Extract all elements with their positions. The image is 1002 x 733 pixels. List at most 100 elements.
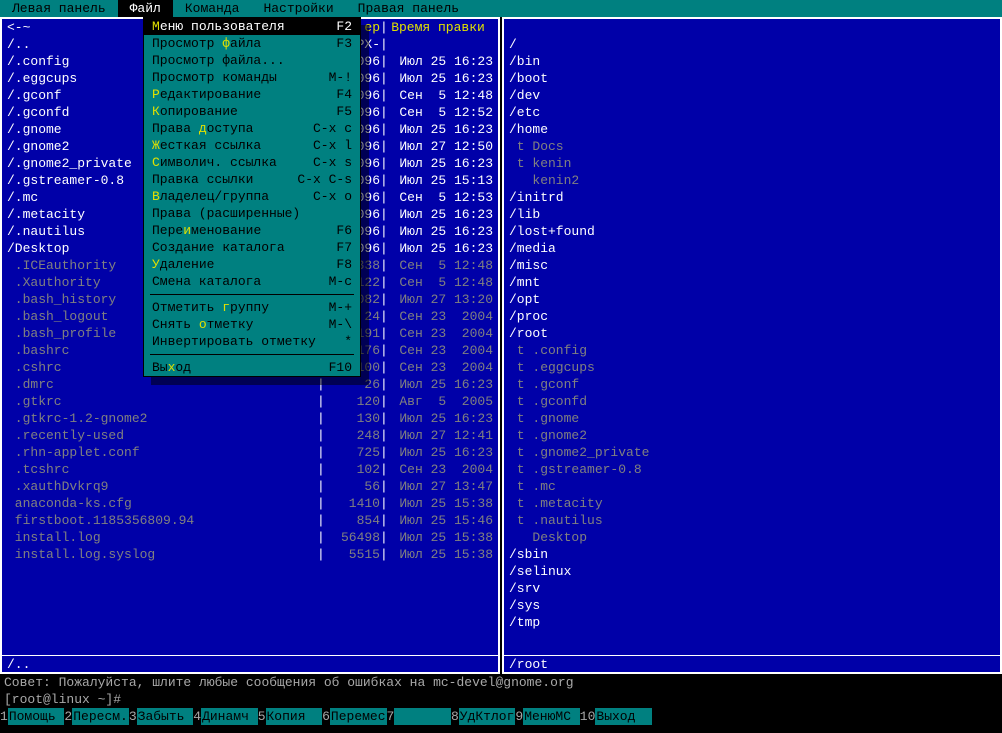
tree-item[interactable]: /tmp: [504, 614, 1000, 631]
tree-item[interactable]: t .gconfd: [504, 393, 1000, 410]
fn-number: 10: [580, 708, 596, 725]
tree-item[interactable]: /dev: [504, 87, 1000, 104]
menu-entry[interactable]: Снять отметкуM-\: [144, 316, 360, 333]
right-tree[interactable]: //bin/boot/dev/etc/home t Docs t kenin k…: [504, 36, 1000, 655]
shell-prompt[interactable]: [root@linux ~]#: [0, 691, 1002, 708]
menu-entry[interactable]: Владелец/группаC-x o: [144, 188, 360, 205]
menu-entry[interactable]: Создание каталогаF7: [144, 239, 360, 256]
tree-item[interactable]: /home: [504, 121, 1000, 138]
tree-item[interactable]: t .mc: [504, 478, 1000, 495]
list-item[interactable]: anaconda-ks.cfg|1410|Июл 25 15:38: [2, 495, 498, 512]
fn-label[interactable]: Забыть: [137, 708, 194, 725]
menu-item[interactable]: Файл: [118, 0, 173, 17]
panels: <-~ | ер | Время правки /..|PX-|/.config…: [0, 17, 1002, 674]
list-item[interactable]: install.log|56498|Июл 25 15:38: [2, 529, 498, 546]
tree-item[interactable]: t .gnome: [504, 410, 1000, 427]
list-item[interactable]: firstboot.1185356809.94|854|Июл 25 15:46: [2, 512, 498, 529]
fn-number: 4: [193, 708, 201, 725]
menubar[interactable]: Левая панельФайлКомандаНастройкиПравая п…: [0, 0, 1002, 17]
menu-entry[interactable]: Жесткая ссылкаC-x l: [144, 137, 360, 154]
function-key-bar[interactable]: 1Помощь 2Пересм.3Забыть 4Динамч 5Копия 6…: [0, 708, 1002, 725]
tree-item[interactable]: /sbin: [504, 546, 1000, 563]
list-item[interactable]: .gtkrc|120|Авг 5 2005: [2, 393, 498, 410]
fn-label[interactable]: Пересм.: [72, 708, 129, 725]
menu-item[interactable]: Правая панель: [346, 0, 471, 17]
tree-item[interactable]: /misc: [504, 257, 1000, 274]
right-panel-header: [504, 19, 1000, 36]
menu-item[interactable]: Команда: [173, 0, 252, 17]
tree-item[interactable]: /selinux: [504, 563, 1000, 580]
list-item[interactable]: .dmrc|26|Июл 25 16:23: [2, 376, 498, 393]
tree-item[interactable]: /lost+found: [504, 223, 1000, 240]
fn-label[interactable]: [394, 708, 451, 725]
left-panel-footer: /..: [2, 655, 498, 672]
tree-item[interactable]: /root: [504, 325, 1000, 342]
tree-item[interactable]: t .gconf: [504, 376, 1000, 393]
tree-item[interactable]: t .gnome2_private: [504, 444, 1000, 461]
tree-item[interactable]: t .config: [504, 342, 1000, 359]
tree-item[interactable]: t .nautilus: [504, 512, 1000, 529]
menu-entry[interactable]: ПереименованиеF6: [144, 222, 360, 239]
menu-entry[interactable]: Инвертировать отметку*: [144, 333, 360, 350]
tree-item[interactable]: /etc: [504, 104, 1000, 121]
fn-label[interactable]: Копия: [266, 708, 323, 725]
tree-item[interactable]: t kenin: [504, 155, 1000, 172]
menu-item[interactable]: Настройки: [251, 0, 345, 17]
menu-entry[interactable]: Правка ссылкиC-x C-s: [144, 171, 360, 188]
tree-item[interactable]: t Docs: [504, 138, 1000, 155]
menu-entry[interactable]: РедактированиеF4: [144, 86, 360, 103]
tree-item[interactable]: /: [504, 36, 1000, 53]
menu-entry[interactable]: УдалениеF8: [144, 256, 360, 273]
tree-item[interactable]: t .eggcups: [504, 359, 1000, 376]
tree-item[interactable]: /srv: [504, 580, 1000, 597]
tree-item[interactable]: /boot: [504, 70, 1000, 87]
panel-caret: <-~: [7, 19, 30, 36]
fn-number: 8: [451, 708, 459, 725]
menu-entry[interactable]: Меню пользователяF2: [144, 18, 360, 35]
menu-entry[interactable]: Символич. ссылкаC-x s: [144, 154, 360, 171]
right-panel-footer: /root: [504, 655, 1000, 672]
tree-item[interactable]: /lib: [504, 206, 1000, 223]
fn-label[interactable]: МенюMC: [523, 708, 580, 725]
fn-number: 2: [64, 708, 72, 725]
menu-entry[interactable]: КопированиеF5: [144, 103, 360, 120]
menu-separator: [150, 294, 354, 295]
menu-entry[interactable]: Смена каталогаM-c: [144, 273, 360, 290]
tree-item[interactable]: /media: [504, 240, 1000, 257]
menu-separator: [150, 354, 354, 355]
tree-item[interactable]: /initrd: [504, 189, 1000, 206]
tree-item[interactable]: t .metacity: [504, 495, 1000, 512]
menu-item[interactable]: Левая панель: [0, 0, 118, 17]
tree-item[interactable]: /opt: [504, 291, 1000, 308]
fn-label[interactable]: Динамч: [201, 708, 258, 725]
tree-item[interactable]: Desktop: [504, 529, 1000, 546]
file-menu-dropdown[interactable]: Меню пользователяF2Просмотр файлаF3Просм…: [143, 17, 361, 377]
menu-entry[interactable]: Просмотр файла...: [144, 52, 360, 69]
fn-label[interactable]: Помощь: [8, 708, 65, 725]
tree-item[interactable]: /mnt: [504, 274, 1000, 291]
list-item[interactable]: .recently-used|248|Июл 27 12:41: [2, 427, 498, 444]
menu-entry[interactable]: Просмотр командыM-!: [144, 69, 360, 86]
tree-item[interactable]: t .gstreamer-0.8: [504, 461, 1000, 478]
right-panel[interactable]: //bin/boot/dev/etc/home t Docs t kenin k…: [502, 17, 1002, 674]
fn-number: 6: [322, 708, 330, 725]
fn-label[interactable]: Перемес: [330, 708, 387, 725]
fn-label[interactable]: УдКтлог: [459, 708, 516, 725]
tree-item[interactable]: kenin2: [504, 172, 1000, 189]
menu-entry[interactable]: ВыходF10: [144, 359, 360, 376]
tree-item[interactable]: /bin: [504, 53, 1000, 70]
menu-entry[interactable]: Права доступаC-x c: [144, 120, 360, 137]
tree-item[interactable]: t .gnome2: [504, 427, 1000, 444]
list-item[interactable]: install.log.syslog|5515|Июл 25 15:38: [2, 546, 498, 563]
tree-item[interactable]: /sys: [504, 597, 1000, 614]
fn-label[interactable]: Выход: [595, 708, 652, 725]
list-item[interactable]: .gtkrc-1.2-gnome2|130|Июл 25 16:23: [2, 410, 498, 427]
list-item[interactable]: .tcshrc|102|Сен 23 2004: [2, 461, 498, 478]
menu-entry[interactable]: Отметить группуM-+: [144, 299, 360, 316]
menu-entry[interactable]: Просмотр файлаF3: [144, 35, 360, 52]
list-item[interactable]: .xauthDvkrq9|56|Июл 27 13:47: [2, 478, 498, 495]
fn-number: 5: [258, 708, 266, 725]
list-item[interactable]: .rhn-applet.conf|725|Июл 25 16:23: [2, 444, 498, 461]
menu-entry[interactable]: Права (расширенные): [144, 205, 360, 222]
tree-item[interactable]: /proc: [504, 308, 1000, 325]
